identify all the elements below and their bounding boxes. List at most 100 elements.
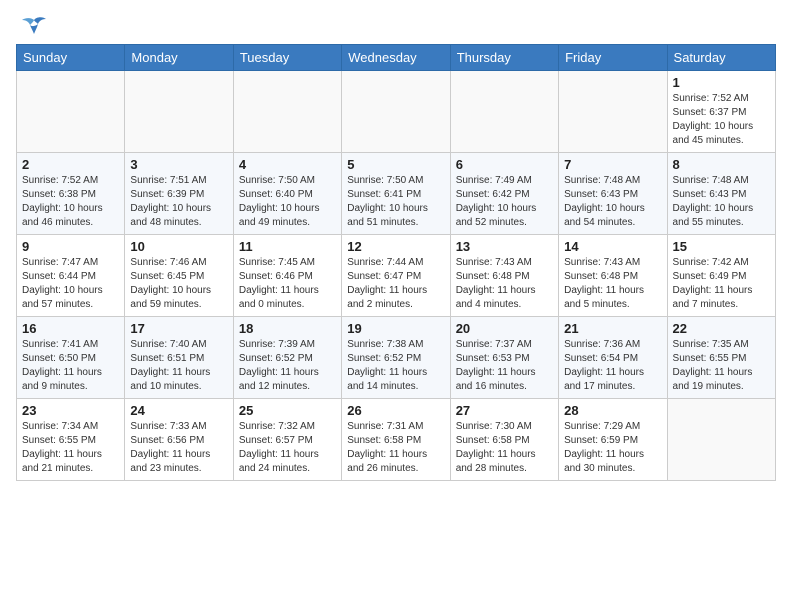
day-info: Sunrise: 7:36 AM Sunset: 6:54 PM Dayligh… bbox=[564, 338, 661, 394]
day-info: Sunrise: 7:29 AM Sunset: 6:59 PM Dayligh… bbox=[564, 420, 661, 476]
calendar-cell bbox=[559, 71, 667, 153]
day-info: Sunrise: 7:35 AM Sunset: 6:55 PM Dayligh… bbox=[673, 338, 770, 394]
day-number: 25 bbox=[239, 403, 336, 418]
calendar-cell: 12 Sunrise: 7:44 AM Sunset: 6:47 PM Dayli… bbox=[342, 235, 450, 317]
calendar-cell bbox=[342, 71, 450, 153]
day-number: 14 bbox=[564, 239, 661, 254]
calendar-week-row: 23 Sunrise: 7:34 AM Sunset: 6:55 PM Dayli… bbox=[17, 399, 776, 481]
page-header bbox=[16, 16, 776, 36]
day-number: 27 bbox=[456, 403, 553, 418]
day-number: 5 bbox=[347, 157, 444, 172]
day-number: 3 bbox=[130, 157, 227, 172]
calendar-cell: 10Sunrise: 7:46 AM Sunset: 6:45 PM Dayli… bbox=[125, 235, 233, 317]
calendar-cell: 5 Sunrise: 7:50 AM Sunset: 6:41 PM Daylig… bbox=[342, 153, 450, 235]
day-info: Sunrise: 7:50 AM Sunset: 6:40 PM Dayligh… bbox=[239, 174, 336, 230]
day-number: 10 bbox=[130, 239, 227, 254]
calendar-cell: 23 Sunrise: 7:34 AM Sunset: 6:55 PM Dayli… bbox=[17, 399, 125, 481]
calendar-cell: 15 Sunrise: 7:42 AM Sunset: 6:49 PM Dayli… bbox=[667, 235, 775, 317]
day-info: Sunrise: 7:34 AM Sunset: 6:55 PM Dayligh… bbox=[22, 420, 119, 476]
logo-bird-icon bbox=[20, 16, 48, 36]
day-number: 13 bbox=[456, 239, 553, 254]
day-info: Sunrise: 7:31 AM Sunset: 6:58 PM Dayligh… bbox=[347, 420, 444, 476]
calendar-header-sunday: Sunday bbox=[17, 45, 125, 71]
day-info: Sunrise: 7:42 AM Sunset: 6:49 PM Dayligh… bbox=[673, 256, 770, 312]
day-info: Sunrise: 7:52 AM Sunset: 6:37 PM Dayligh… bbox=[673, 92, 770, 148]
calendar-cell: 13Sunrise: 7:43 AM Sunset: 6:48 PM Dayli… bbox=[450, 235, 558, 317]
calendar-cell bbox=[233, 71, 341, 153]
calendar-cell: 27 Sunrise: 7:30 AM Sunset: 6:58 PM Dayli… bbox=[450, 399, 558, 481]
calendar-header-wednesday: Wednesday bbox=[342, 45, 450, 71]
calendar-week-row: 9Sunrise: 7:47 AM Sunset: 6:44 PM Daylig… bbox=[17, 235, 776, 317]
day-number: 19 bbox=[347, 321, 444, 336]
calendar-cell: 16 Sunrise: 7:41 AM Sunset: 6:50 PM Dayli… bbox=[17, 317, 125, 399]
calendar-cell: 2 Sunrise: 7:52 AM Sunset: 6:38 PM Daylig… bbox=[17, 153, 125, 235]
day-info: Sunrise: 7:40 AM Sunset: 6:51 PM Dayligh… bbox=[130, 338, 227, 394]
day-info: Sunrise: 7:49 AM Sunset: 6:42 PM Dayligh… bbox=[456, 174, 553, 230]
calendar-cell: 20 Sunrise: 7:37 AM Sunset: 6:53 PM Dayli… bbox=[450, 317, 558, 399]
calendar-cell: 4 Sunrise: 7:50 AM Sunset: 6:40 PM Daylig… bbox=[233, 153, 341, 235]
day-number: 7 bbox=[564, 157, 661, 172]
day-info: Sunrise: 7:37 AM Sunset: 6:53 PM Dayligh… bbox=[456, 338, 553, 394]
day-info: Sunrise: 7:50 AM Sunset: 6:41 PM Dayligh… bbox=[347, 174, 444, 230]
day-number: 18 bbox=[239, 321, 336, 336]
day-info: Sunrise: 7:32 AM Sunset: 6:57 PM Dayligh… bbox=[239, 420, 336, 476]
day-number: 15 bbox=[673, 239, 770, 254]
calendar-cell: 25 Sunrise: 7:32 AM Sunset: 6:57 PM Dayli… bbox=[233, 399, 341, 481]
calendar-cell: 1 Sunrise: 7:52 AM Sunset: 6:37 PM Daylig… bbox=[667, 71, 775, 153]
calendar-header-friday: Friday bbox=[559, 45, 667, 71]
day-number: 12 bbox=[347, 239, 444, 254]
calendar-cell: 21 Sunrise: 7:36 AM Sunset: 6:54 PM Dayli… bbox=[559, 317, 667, 399]
calendar-header-monday: Monday bbox=[125, 45, 233, 71]
day-number: 20 bbox=[456, 321, 553, 336]
day-number: 28 bbox=[564, 403, 661, 418]
day-info: Sunrise: 7:51 AM Sunset: 6:39 PM Dayligh… bbox=[130, 174, 227, 230]
day-number: 24 bbox=[130, 403, 227, 418]
day-info: Sunrise: 7:38 AM Sunset: 6:52 PM Dayligh… bbox=[347, 338, 444, 394]
day-number: 16 bbox=[22, 321, 119, 336]
day-info: Sunrise: 7:41 AM Sunset: 6:50 PM Dayligh… bbox=[22, 338, 119, 394]
day-info: Sunrise: 7:52 AM Sunset: 6:38 PM Dayligh… bbox=[22, 174, 119, 230]
calendar-cell: 14 Sunrise: 7:43 AM Sunset: 6:48 PM Dayli… bbox=[559, 235, 667, 317]
day-info: Sunrise: 7:48 AM Sunset: 6:43 PM Dayligh… bbox=[564, 174, 661, 230]
calendar-cell: 26 Sunrise: 7:31 AM Sunset: 6:58 PM Dayli… bbox=[342, 399, 450, 481]
day-number: 17 bbox=[130, 321, 227, 336]
calendar-cell bbox=[667, 399, 775, 481]
day-info: Sunrise: 7:43 AM Sunset: 6:48 PM Dayligh… bbox=[564, 256, 661, 312]
calendar-cell bbox=[450, 71, 558, 153]
day-number: 26 bbox=[347, 403, 444, 418]
calendar-header-thursday: Thursday bbox=[450, 45, 558, 71]
day-number: 8 bbox=[673, 157, 770, 172]
calendar-week-row: 16 Sunrise: 7:41 AM Sunset: 6:50 PM Dayli… bbox=[17, 317, 776, 399]
calendar-cell bbox=[17, 71, 125, 153]
day-number: 22 bbox=[673, 321, 770, 336]
calendar-cell: 24Sunrise: 7:33 AM Sunset: 6:56 PM Dayli… bbox=[125, 399, 233, 481]
calendar-cell: 3 Sunrise: 7:51 AM Sunset: 6:39 PM Daylig… bbox=[125, 153, 233, 235]
calendar-cell: 8 Sunrise: 7:48 AM Sunset: 6:43 PM Daylig… bbox=[667, 153, 775, 235]
calendar-header-saturday: Saturday bbox=[667, 45, 775, 71]
day-info: Sunrise: 7:39 AM Sunset: 6:52 PM Dayligh… bbox=[239, 338, 336, 394]
calendar-cell: 7 Sunrise: 7:48 AM Sunset: 6:43 PM Daylig… bbox=[559, 153, 667, 235]
day-info: Sunrise: 7:45 AM Sunset: 6:46 PM Dayligh… bbox=[239, 256, 336, 312]
calendar-cell: 17 Sunrise: 7:40 AM Sunset: 6:51 PM Dayli… bbox=[125, 317, 233, 399]
calendar-week-row: 2 Sunrise: 7:52 AM Sunset: 6:38 PM Daylig… bbox=[17, 153, 776, 235]
calendar-cell: 28 Sunrise: 7:29 AM Sunset: 6:59 PM Dayli… bbox=[559, 399, 667, 481]
calendar-cell: 9Sunrise: 7:47 AM Sunset: 6:44 PM Daylig… bbox=[17, 235, 125, 317]
day-number: 23 bbox=[22, 403, 119, 418]
calendar-cell: 11 Sunrise: 7:45 AM Sunset: 6:46 PM Dayli… bbox=[233, 235, 341, 317]
logo bbox=[16, 16, 48, 36]
day-number: 11 bbox=[239, 239, 336, 254]
day-number: 6 bbox=[456, 157, 553, 172]
day-number: 21 bbox=[564, 321, 661, 336]
calendar-cell bbox=[125, 71, 233, 153]
day-number: 4 bbox=[239, 157, 336, 172]
calendar-cell: 19 Sunrise: 7:38 AM Sunset: 6:52 PM Dayli… bbox=[342, 317, 450, 399]
day-number: 2 bbox=[22, 157, 119, 172]
day-number: 1 bbox=[673, 75, 770, 90]
calendar-cell: 6 Sunrise: 7:49 AM Sunset: 6:42 PM Daylig… bbox=[450, 153, 558, 235]
day-info: Sunrise: 7:44 AM Sunset: 6:47 PM Dayligh… bbox=[347, 256, 444, 312]
calendar-cell: 22 Sunrise: 7:35 AM Sunset: 6:55 PM Dayli… bbox=[667, 317, 775, 399]
day-info: Sunrise: 7:30 AM Sunset: 6:58 PM Dayligh… bbox=[456, 420, 553, 476]
day-info: Sunrise: 7:48 AM Sunset: 6:43 PM Dayligh… bbox=[673, 174, 770, 230]
calendar-table: SundayMondayTuesdayWednesdayThursdayFrid… bbox=[16, 44, 776, 481]
day-number: 9 bbox=[22, 239, 119, 254]
